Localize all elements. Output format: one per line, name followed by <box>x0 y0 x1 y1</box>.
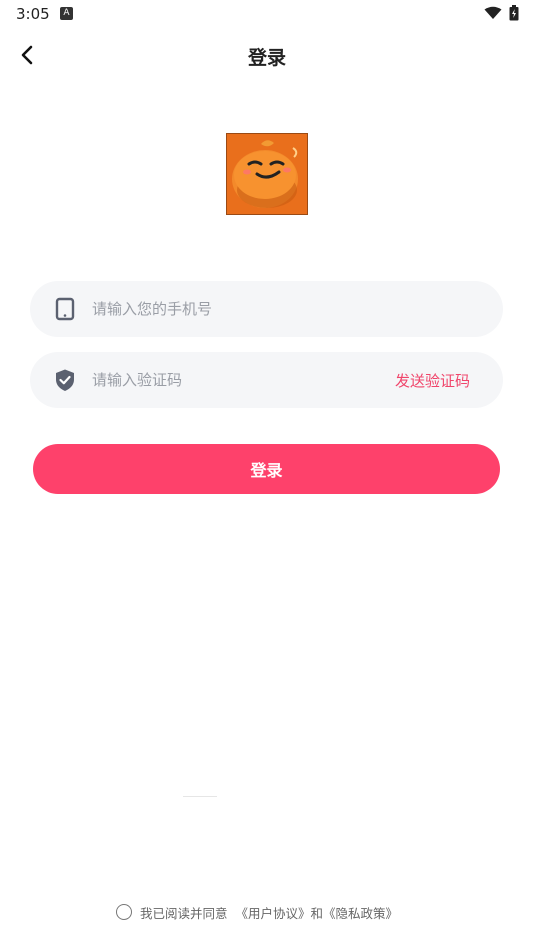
agreement: 我已阅读并同意 《用户协议》 和 《隐私政策》 <box>116 902 398 922</box>
a-letter-icon: A <box>60 7 73 20</box>
shield-check-icon <box>56 369 74 391</box>
user-agreement-link[interactable]: 《用户协议》 <box>236 903 311 922</box>
login-button[interactable]: 登录 <box>33 444 500 494</box>
privacy-policy-link[interactable]: 《隐私政策》 <box>323 903 398 922</box>
wifi-icon <box>484 6 502 19</box>
agreement-prefix: 我已阅读并同意 <box>140 905 228 921</box>
header: 登录 <box>0 30 534 80</box>
phone-input[interactable] <box>92 281 472 337</box>
phone-icon <box>55 297 75 321</box>
agreement-conjunction: 和 <box>310 905 324 921</box>
code-field[interactable]: 发送验证码 <box>30 352 503 408</box>
status-time: 3:05 <box>16 5 50 23</box>
page-title: 登录 <box>247 47 286 69</box>
status-bar: 3:05 A <box>0 0 534 28</box>
send-code-button[interactable]: 发送验证码 <box>395 370 470 391</box>
app-logo <box>226 133 308 215</box>
orange-mascot-logo <box>227 134 307 214</box>
code-input[interactable] <box>92 352 372 408</box>
phone-field[interactable] <box>30 281 503 337</box>
divider <box>183 796 217 797</box>
battery-icon <box>509 5 519 21</box>
agree-checkbox[interactable] <box>116 904 132 920</box>
